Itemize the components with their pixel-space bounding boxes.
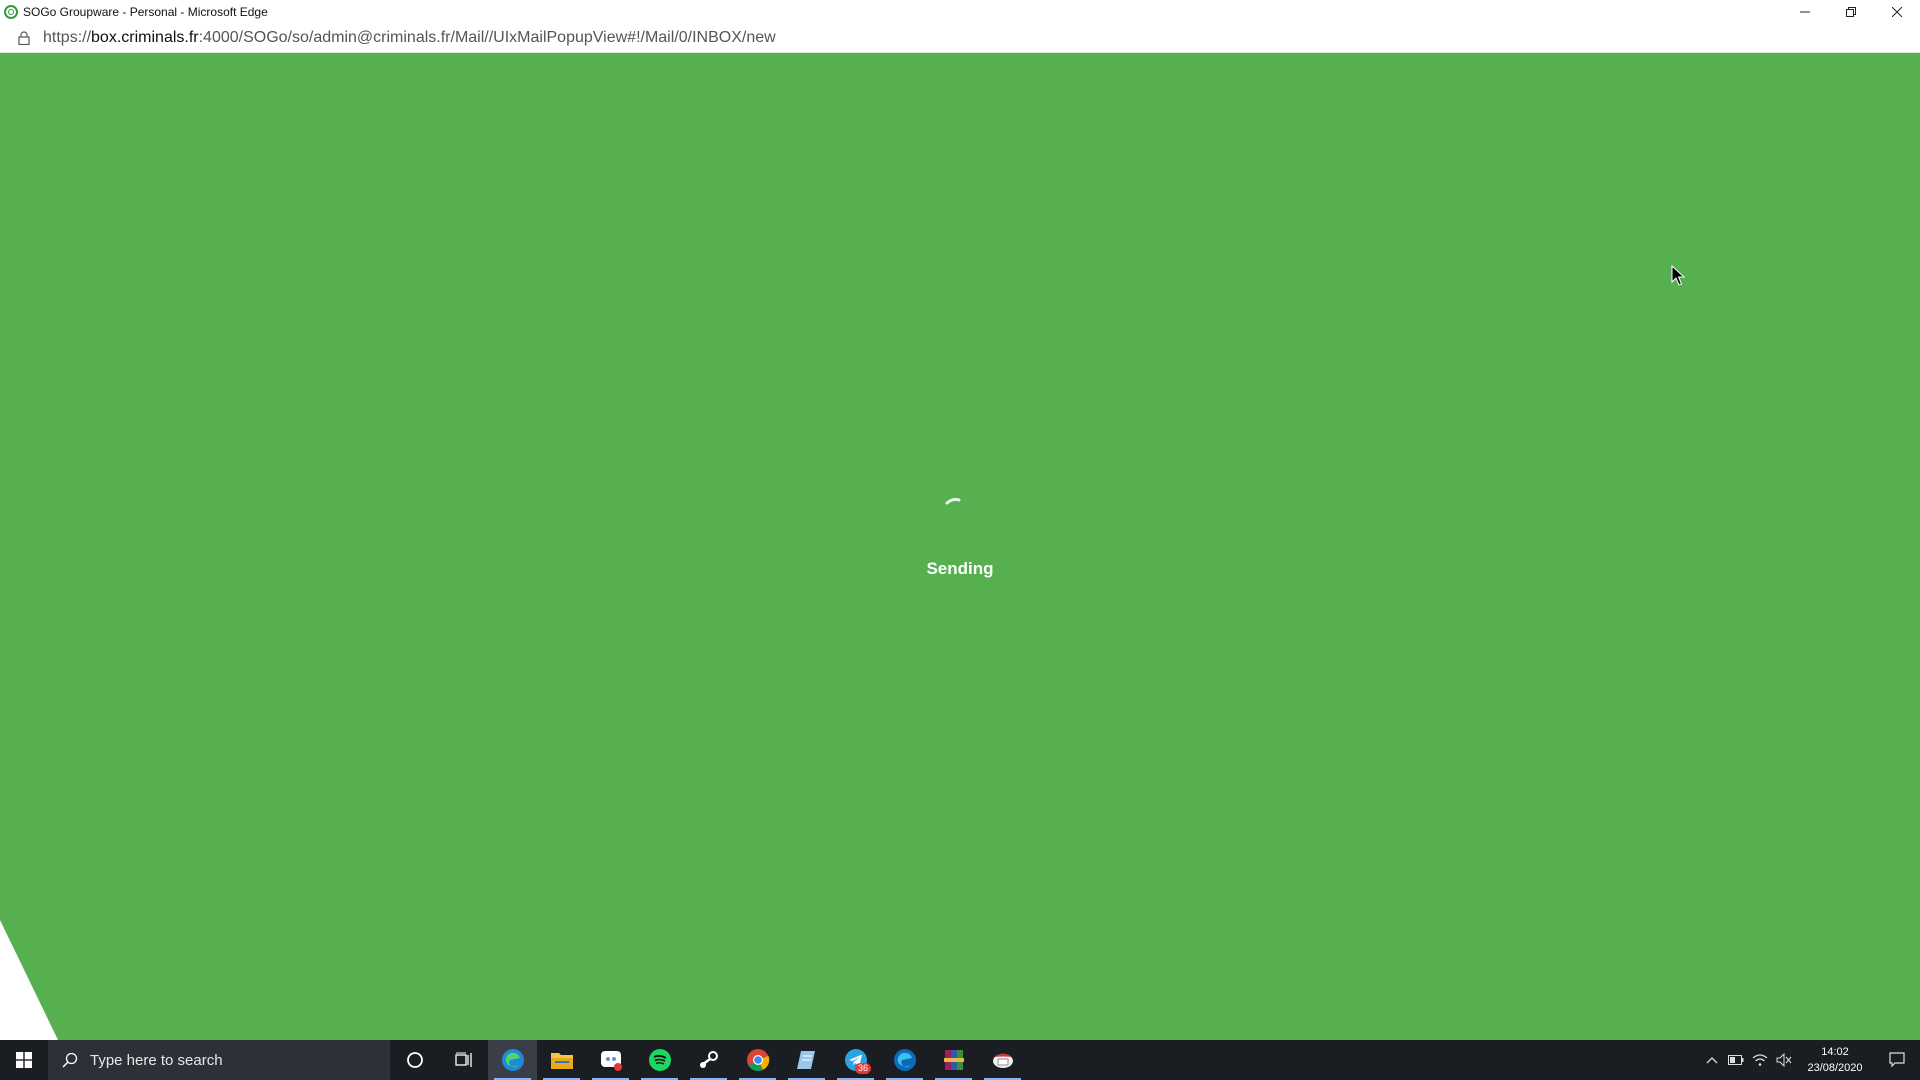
action-center-icon[interactable] bbox=[1874, 1040, 1920, 1080]
edge-icon[interactable] bbox=[488, 1040, 537, 1080]
restore-button[interactable] bbox=[1828, 0, 1874, 23]
sogo-app-icon bbox=[4, 4, 18, 19]
windows-logo-icon bbox=[16, 1052, 32, 1068]
thunderbird-icon[interactable] bbox=[978, 1040, 1027, 1080]
decorative-corner-shape bbox=[0, 920, 58, 1040]
start-button[interactable] bbox=[0, 1040, 48, 1080]
close-button[interactable] bbox=[1874, 0, 1920, 23]
window-title: SOGo Groupware - Personal - Microsoft Ed… bbox=[23, 4, 268, 19]
task-view-icon[interactable] bbox=[439, 1040, 488, 1080]
show-hidden-icons-chevron-icon[interactable] bbox=[1700, 1040, 1724, 1080]
file-explorer-icon[interactable] bbox=[537, 1040, 586, 1080]
address-bar[interactable]: https://box.criminals.fr:4000/SOGo/so/ad… bbox=[0, 23, 1920, 53]
discord-icon[interactable] bbox=[586, 1040, 635, 1080]
sending-status-text: Sending bbox=[926, 559, 994, 578]
battery-icon[interactable] bbox=[1724, 1040, 1748, 1080]
system-tray: 14:02 23/08/2020 bbox=[1700, 1040, 1920, 1080]
spotify-icon[interactable] bbox=[635, 1040, 684, 1080]
lock-icon[interactable] bbox=[14, 28, 34, 48]
telegram-unread-badge: 36 bbox=[854, 1063, 871, 1074]
page-content: Sending bbox=[0, 53, 1920, 1040]
telegram-icon[interactable]: 36 bbox=[831, 1040, 880, 1080]
cortana-icon[interactable] bbox=[390, 1040, 439, 1080]
edge-dev-icon[interactable] bbox=[880, 1040, 929, 1080]
winrar-icon[interactable] bbox=[929, 1040, 978, 1080]
url-path: :4000/SOGo/so/admin@criminals.fr/Mail//U… bbox=[198, 28, 776, 46]
minimize-button[interactable] bbox=[1782, 0, 1828, 23]
loading-spinner-icon bbox=[945, 497, 961, 505]
taskbar-search-box[interactable]: Type here to search bbox=[48, 1040, 390, 1080]
volume-muted-icon[interactable] bbox=[1772, 1040, 1796, 1080]
clock-date: 23/08/2020 bbox=[1807, 1062, 1863, 1074]
search-icon bbox=[62, 1052, 78, 1068]
mouse-cursor-icon bbox=[1671, 265, 1685, 286]
chrome-icon[interactable] bbox=[733, 1040, 782, 1080]
wifi-icon[interactable] bbox=[1748, 1040, 1772, 1080]
clock-time: 14:02 bbox=[1821, 1046, 1849, 1058]
url-text[interactable]: https://box.criminals.fr:4000/SOGo/so/ad… bbox=[43, 29, 776, 47]
url-host: box.criminals.fr bbox=[91, 28, 199, 46]
window-controls bbox=[1782, 0, 1920, 23]
search-placeholder: Type here to search bbox=[90, 1051, 223, 1069]
taskbar: Type here to search 36 14:02 23/08/2020 bbox=[0, 1040, 1920, 1080]
url-scheme: https:// bbox=[43, 28, 92, 46]
window-title-bar: SOGo Groupware - Personal - Microsoft Ed… bbox=[0, 0, 1920, 23]
notes-icon[interactable] bbox=[782, 1040, 831, 1080]
taskbar-clock[interactable]: 14:02 23/08/2020 bbox=[1796, 1044, 1874, 1076]
steam-icon[interactable] bbox=[684, 1040, 733, 1080]
